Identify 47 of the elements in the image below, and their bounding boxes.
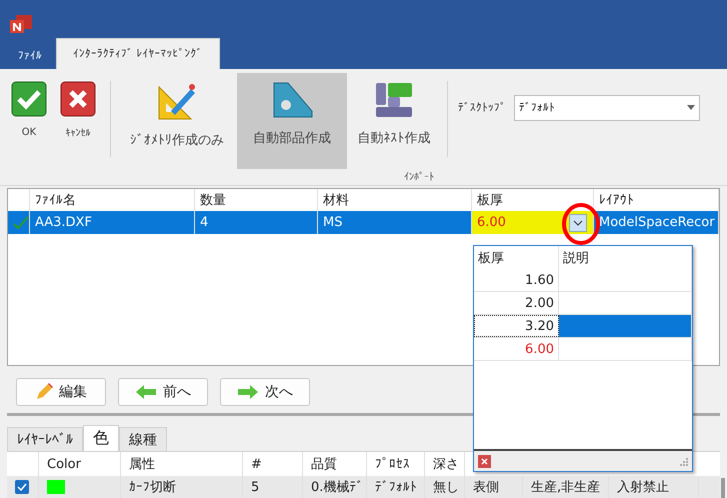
- desktop-label: ﾃﾞｽｸﾄｯﾌﾟ: [458, 101, 506, 114]
- ribbon-button[interactable]: 自動部品作成: [237, 72, 347, 169]
- app-logo-icon: [10, 15, 32, 34]
- close-icon: [60, 80, 96, 117]
- dropdown-button[interactable]: [569, 214, 587, 232]
- table-cell: ｶｰﾌ切断: [121, 476, 243, 498]
- ribbon-button[interactable]: OK: [6, 72, 52, 169]
- table-cell: 4: [195, 211, 318, 234]
- table-cell: 表側: [465, 476, 523, 498]
- list-option[interactable]: 1.60: [474, 269, 559, 291]
- resize-grip-icon[interactable]: [679, 456, 688, 466]
- pencil-icon: [35, 383, 53, 402]
- nav-button[interactable]: 編集: [16, 378, 106, 406]
- group-label: ｲﾝﾎﾟｰﾄ: [404, 170, 434, 183]
- table-cell: 入射禁止: [609, 476, 699, 498]
- checkmark-icon: [11, 80, 47, 117]
- nesting-icon: [374, 80, 414, 119]
- table-cell: AA3.DXF: [30, 211, 195, 234]
- desktop-dropdown[interactable]: ﾃﾞﾌｫﾙﾄ: [514, 94, 700, 121]
- checkmark-icon: [13, 216, 29, 230]
- thickness-value: 6.00: [477, 215, 506, 230]
- ribbon-button[interactable]: ｼﾞｵﾒﾄﾘ作成のみ: [117, 72, 237, 169]
- tab[interactable]: 線種: [119, 427, 167, 451]
- table-cell: ﾃﾞﾌｫﾙﾄ: [367, 476, 425, 498]
- close-icon[interactable]: [478, 454, 491, 468]
- table-cell: ModelSpaceRecor: [594, 211, 719, 234]
- nav-button[interactable]: 次へ: [220, 378, 310, 406]
- tab[interactable]: ﾚｲﾔｰﾚﾍﾞﾙ: [7, 427, 83, 451]
- ribbon-button[interactable]: ｷｬﾝｾﾙ: [52, 72, 104, 169]
- checkbox[interactable]: [15, 480, 29, 494]
- list-option[interactable]: 2.00: [474, 292, 559, 314]
- table-cell: 無し: [425, 476, 465, 498]
- table-cell: 生産,非生産: [523, 476, 609, 498]
- dropdown-arrow-icon: [687, 105, 695, 110]
- chevron-down-icon: [573, 220, 583, 226]
- ribbon-button[interactable]: 自動ﾈｽﾄ作成: [347, 72, 441, 169]
- table-cell: 0.機械ﾃﾞ: [303, 476, 367, 498]
- table-cell: 5: [243, 476, 303, 498]
- nav-button[interactable]: 前へ: [118, 378, 208, 406]
- ribbon-tab[interactable]: ｲﾝﾀｰﾗｸﾃｨﾌﾞ ﾚｲﾔｰﾏｯﾋﾟﾝｸﾞ: [56, 38, 220, 69]
- right-arrow-icon: [237, 384, 259, 400]
- annotation-circle: [562, 203, 600, 245]
- list-option[interactable]: 6.00: [474, 338, 559, 360]
- left-arrow-icon: [135, 384, 157, 400]
- tab[interactable]: 色: [83, 425, 119, 451]
- ribbon-tab[interactable]: ﾌｧｲﾙ: [4, 42, 56, 69]
- list-option[interactable]: 3.20: [474, 315, 559, 337]
